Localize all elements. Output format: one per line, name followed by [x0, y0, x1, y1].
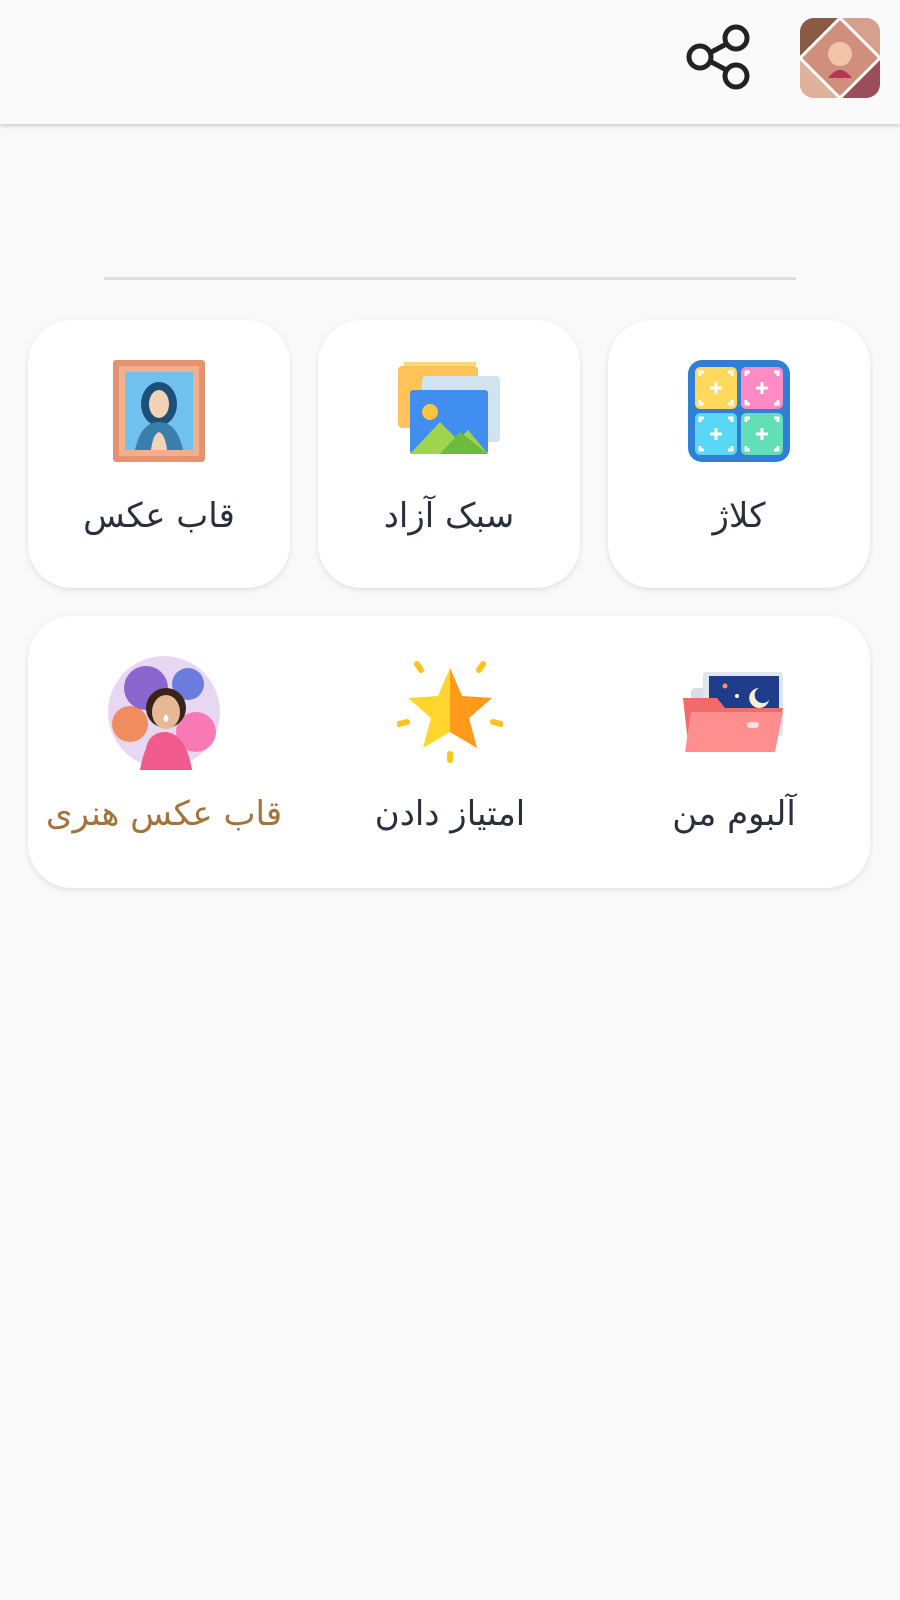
art-frame-avatar-icon	[106, 654, 222, 770]
my-album-label: آلبوم من	[672, 794, 796, 834]
divider	[104, 277, 796, 280]
photo-collage-logo-icon	[800, 18, 880, 98]
app-bar	[0, 0, 900, 124]
star-rate-icon	[396, 660, 504, 764]
freestyle-card[interactable]: سبک آزاد	[318, 320, 580, 588]
bottom-actions-card: آلبوم من امتیاز دادن قاب عکس هنری	[28, 616, 870, 888]
rate-button[interactable]: امتیاز دادن	[314, 616, 586, 888]
freestyle-label: سبک آزاد	[383, 496, 515, 536]
art-frame-button[interactable]: قاب عکس هنری	[28, 616, 300, 888]
photo-frame-label: قاب عکس	[83, 496, 235, 536]
photo-frame-card[interactable]: قاب عکس	[28, 320, 290, 588]
rate-label: امتیاز دادن	[374, 794, 526, 834]
collage-label: کلاژ	[712, 496, 766, 536]
art-frame-label: قاب عکس هنری	[45, 794, 283, 834]
freestyle-images-icon	[396, 360, 502, 460]
collage-card[interactable]: کلاژ	[608, 320, 870, 588]
app-logo	[800, 18, 880, 98]
share-button[interactable]	[680, 22, 756, 98]
album-folder-icon	[681, 668, 787, 756]
collage-grid-icon	[686, 358, 792, 464]
my-album-button[interactable]: آلبوم من	[598, 616, 870, 888]
picture-frame-icon	[111, 358, 207, 464]
share-icon	[686, 24, 750, 90]
banner-area	[0, 124, 900, 274]
